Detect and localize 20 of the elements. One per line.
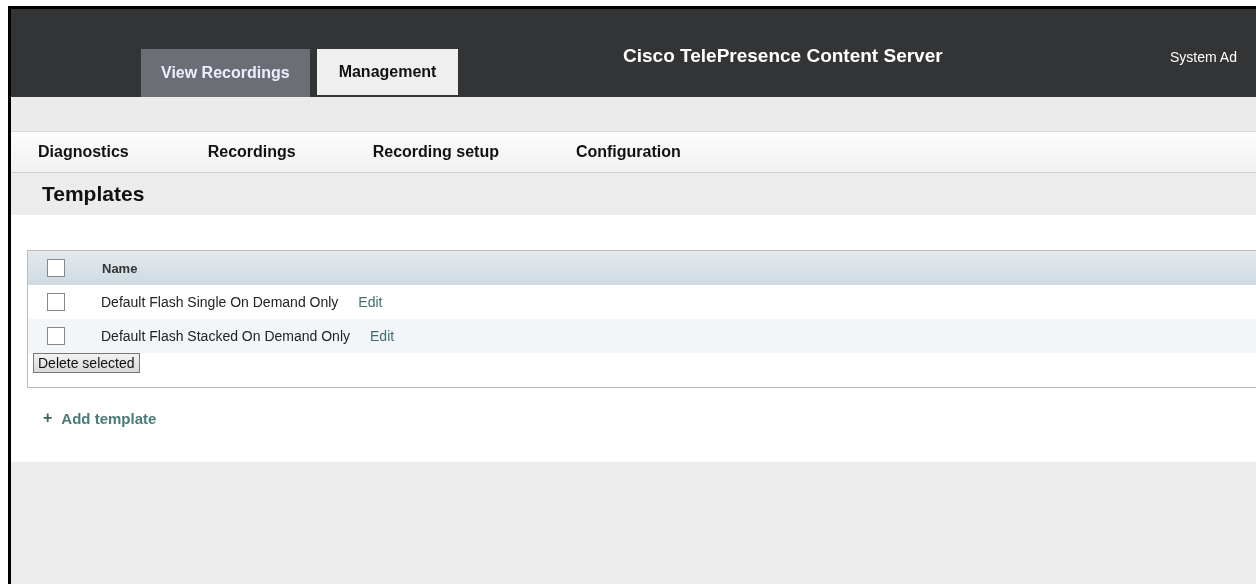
- table-cell: Default Flash Single On Demand Only: [101, 294, 339, 310]
- nav-item[interactable]: Diagnostics: [38, 143, 129, 161]
- column-header: Name: [102, 260, 138, 276]
- tab[interactable]: Management: [316, 49, 459, 95]
- nav-item[interactable]: Recording setup: [372, 143, 499, 161]
- nav-item[interactable]: Configuration: [575, 143, 681, 161]
- checkbox[interactable]: [47, 259, 65, 277]
- table-cell: Default Flash Stacked On Demand Only: [101, 328, 350, 344]
- checkbox[interactable]: [47, 327, 65, 345]
- app-title: Cisco TelePresence Content Server: [623, 45, 943, 67]
- tab[interactable]: View Recordings: [141, 49, 310, 97]
- page-title: Templates: [42, 182, 145, 206]
- edit-link[interactable]: Edit: [358, 294, 383, 310]
- add-template-link[interactable]: Add template: [61, 409, 157, 427]
- checkbox[interactable]: [47, 293, 65, 311]
- edit-link[interactable]: Edit: [370, 328, 395, 344]
- plus-icon: +: [43, 409, 53, 427]
- user-label[interactable]: System Ad: [1170, 49, 1237, 65]
- nav-item[interactable]: Recordings: [207, 143, 296, 161]
- delete-button[interactable]: Delete selected: [33, 353, 140, 373]
